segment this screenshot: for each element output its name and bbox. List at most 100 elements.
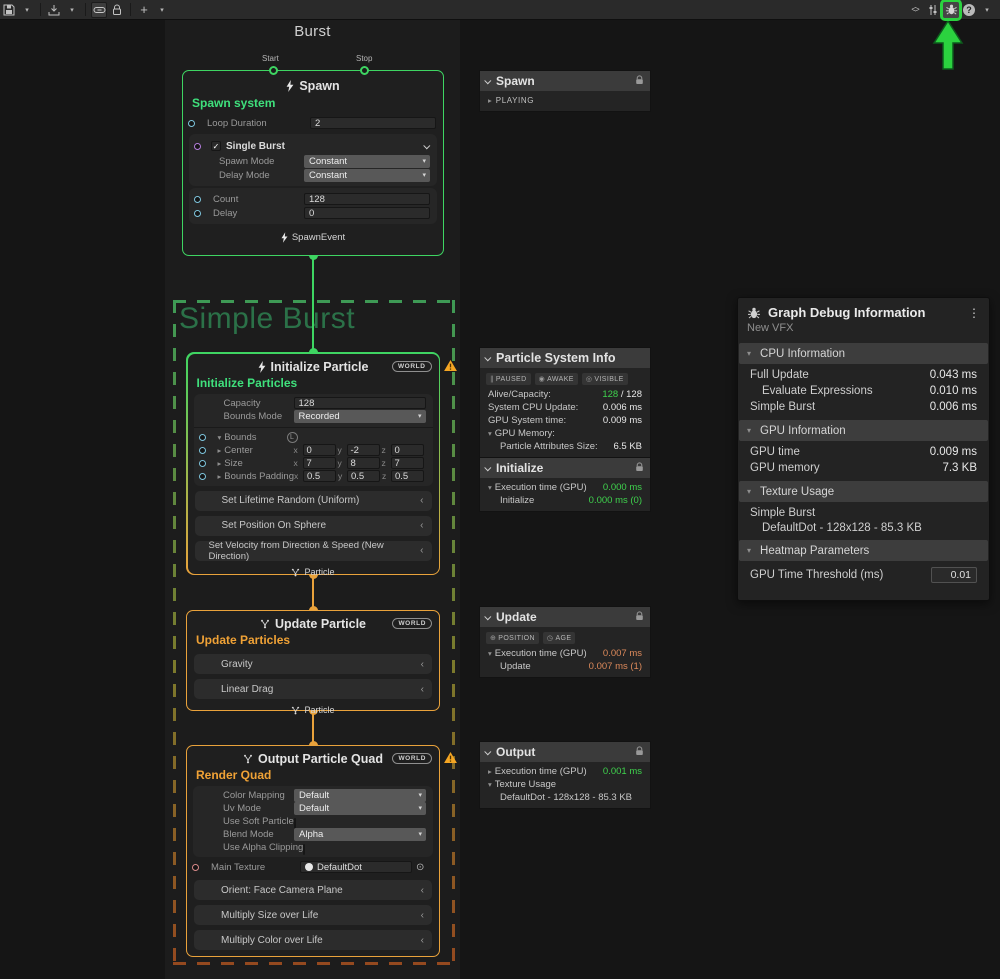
spawn-panel-header[interactable]: Spawn: [480, 71, 650, 91]
lock-icon[interactable]: [635, 461, 644, 475]
exec-time-row[interactable]: ▸Execution time (GPU) 0.001 ms: [480, 765, 650, 778]
object-picker-icon[interactable]: ⊙: [416, 862, 424, 873]
link-toggle-button[interactable]: [91, 2, 107, 18]
bounds-padding-port[interactable]: [199, 473, 206, 480]
block-set-position[interactable]: Set Position On Sphere‹: [195, 516, 432, 536]
main-texture-port[interactable]: [192, 864, 199, 871]
exec-time-row[interactable]: ▾Execution time (GPU) 0.007 ms: [480, 647, 650, 660]
bounds-label[interactable]: ▾Bounds: [200, 432, 257, 443]
block-gravity[interactable]: Gravity‹: [194, 654, 432, 674]
spawn-system-label[interactable]: Spawn system: [183, 95, 443, 112]
toolbar-more-caret[interactable]: ▾: [979, 2, 995, 18]
size-port[interactable]: [199, 460, 206, 467]
block-collapse-icon[interactable]: ‹: [421, 684, 424, 695]
delay-mode-dropdown[interactable]: Constant▾: [304, 169, 430, 182]
block-collapse-icon[interactable]: ‹: [420, 545, 423, 556]
block-set-lifetime[interactable]: Set Lifetime Random (Uniform)‹: [195, 491, 432, 511]
initialize-warning-icon[interactable]: [444, 358, 457, 376]
output-context-node[interactable]: Output Particle Quad WORLD Render Quad C…: [186, 745, 440, 957]
capacity-input[interactable]: 128: [294, 397, 426, 409]
loop-duration-port[interactable]: [188, 120, 195, 127]
size-label[interactable]: ▸Size: [200, 458, 294, 469]
soft-particle-checkbox[interactable]: [294, 818, 296, 829]
loop-duration-input[interactable]: 2: [310, 117, 436, 129]
cpu-information-section[interactable]: ▾CPU Information: [739, 343, 988, 364]
texture-usage-section[interactable]: ▾Texture Usage: [739, 481, 988, 502]
main-texture-object-field[interactable]: DefaultDot: [300, 861, 412, 873]
initialize-particles-label[interactable]: Initialize Particles: [188, 376, 439, 392]
help-button[interactable]: ?: [961, 2, 977, 18]
single-burst-checkbox[interactable]: ✓: [211, 141, 221, 151]
block-collapse-icon[interactable]: ‹: [420, 520, 423, 531]
lock-button[interactable]: [109, 2, 125, 18]
heatmap-parameters-section[interactable]: ▾Heatmap Parameters: [739, 540, 988, 561]
lock-icon[interactable]: [635, 610, 644, 624]
settings-sliders-button[interactable]: [925, 2, 941, 18]
spawn-context-node[interactable]: Start Stop Spawn Spawn system Loop Durat…: [182, 70, 444, 256]
group-title[interactable]: Simple Burst: [179, 302, 355, 336]
initialize-node-header[interactable]: Initialize Particle WORLD: [188, 354, 439, 376]
single-burst-collapse-chevron[interactable]: [423, 142, 430, 149]
initialize-context-node[interactable]: Initialize Particle WORLD Initialize Par…: [186, 352, 440, 575]
debug-bug-button[interactable]: [943, 2, 959, 18]
initialize-panel-header[interactable]: Initialize: [480, 458, 650, 478]
delay-input[interactable]: 0: [304, 207, 430, 219]
center-z-input[interactable]: 0: [391, 444, 424, 456]
center-label[interactable]: ▸Center: [200, 445, 294, 456]
center-port[interactable]: [199, 447, 206, 454]
center-y-input[interactable]: -2: [347, 444, 380, 456]
size-x-input[interactable]: 7: [303, 457, 336, 469]
center-x-input[interactable]: 0: [303, 444, 336, 456]
color-mapping-dropdown[interactable]: Default▾: [294, 789, 426, 802]
save-dropdown-caret[interactable]: ▾: [19, 2, 35, 18]
graph-debug-information-panel[interactable]: Graph Debug Information ⋮ New VFX ▾CPU I…: [737, 297, 990, 601]
block-collapse-icon[interactable]: ‹: [420, 495, 423, 506]
block-collapse-icon[interactable]: ‹: [421, 935, 424, 946]
bounds-port[interactable]: [199, 434, 206, 441]
update-particles-label[interactable]: Update Particles: [187, 633, 439, 649]
block-orient[interactable]: Orient: Face Camera Plane‹: [194, 880, 432, 900]
delay-port[interactable]: [194, 210, 201, 217]
kebab-menu-icon[interactable]: ⋮: [968, 306, 980, 320]
texture-usage-row[interactable]: ▾Texture Usage: [480, 778, 650, 791]
update-node-header[interactable]: Update Particle WORLD: [187, 611, 439, 633]
padding-y-input[interactable]: 0.5: [347, 470, 380, 482]
output-panel-header[interactable]: Output: [480, 742, 650, 762]
export-dropdown-caret[interactable]: ▾: [64, 2, 80, 18]
count-port[interactable]: [194, 196, 201, 203]
render-quad-label[interactable]: Render Quad: [187, 768, 439, 784]
gpu-information-section[interactable]: ▾GPU Information: [739, 420, 988, 441]
lock-icon[interactable]: [635, 74, 644, 88]
size-y-input[interactable]: 8: [347, 457, 380, 469]
padding-x-input[interactable]: 0.5: [303, 470, 336, 482]
block-collapse-icon[interactable]: ‹: [421, 659, 424, 670]
block-multiply-size[interactable]: Multiply Size over Life‹: [194, 905, 432, 925]
output-node-header[interactable]: Output Particle Quad WORLD: [187, 746, 439, 768]
block-collapse-icon[interactable]: ‹: [421, 910, 424, 921]
alpha-clipping-checkbox[interactable]: [303, 844, 305, 855]
lock-icon[interactable]: [635, 745, 644, 759]
padding-z-input[interactable]: 0.5: [391, 470, 424, 482]
spawn-state-row[interactable]: ▸ PLAYING: [480, 94, 650, 107]
export-button[interactable]: [46, 2, 62, 18]
update-panel-header[interactable]: Update: [480, 607, 650, 627]
gpu-memory-row[interactable]: ▾GPU Memory:: [480, 427, 650, 440]
count-input[interactable]: 128: [304, 193, 430, 205]
bounds-link-icon[interactable]: L: [287, 432, 298, 443]
bounds-padding-label[interactable]: ▸Bounds Padding: [200, 471, 295, 482]
exec-time-row[interactable]: ▾Execution time (GPU) 0.000 ms: [480, 481, 650, 494]
output-warning-icon[interactable]: [444, 750, 457, 768]
save-button[interactable]: [1, 2, 17, 18]
spawn-mode-dropdown[interactable]: Constant▾: [304, 155, 430, 168]
info-panel-header[interactable]: Particle System Info: [480, 348, 650, 368]
block-linear-drag[interactable]: Linear Drag‹: [194, 679, 432, 699]
bounds-mode-dropdown[interactable]: Recorded▾: [294, 410, 426, 423]
block-multiply-color[interactable]: Multiply Color over Life‹: [194, 930, 432, 950]
spawn-node-header[interactable]: Spawn: [183, 71, 443, 95]
block-collapse-icon[interactable]: ‹: [421, 885, 424, 896]
size-z-input[interactable]: 7: [391, 457, 424, 469]
add-dropdown-caret[interactable]: ▾: [154, 2, 170, 18]
add-button[interactable]: +: [136, 2, 152, 18]
block-set-velocity[interactable]: Set Velocity from Direction & Speed (New…: [195, 541, 432, 561]
single-burst-port[interactable]: [194, 143, 201, 150]
